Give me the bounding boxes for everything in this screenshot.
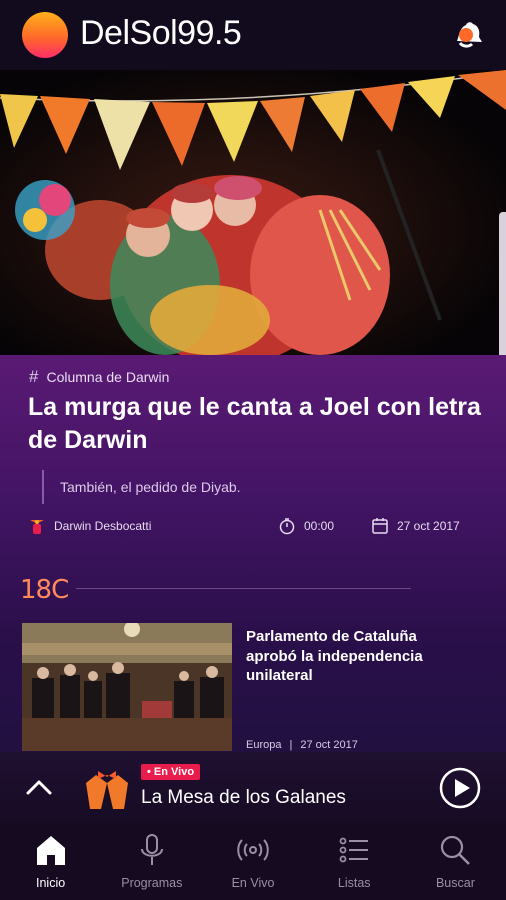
nav-item-inicio[interactable]: Inicio	[0, 824, 101, 900]
broadcast-icon	[237, 839, 269, 861]
nav-label-inicio: Inicio	[36, 876, 66, 890]
article-title[interactable]: La murga que le canta a Joel con letra d…	[28, 391, 488, 457]
calendar-icon	[372, 518, 388, 534]
stopwatch-icon	[279, 518, 295, 535]
bottom-nav: Inicio Programas En Vivo Listas Buscar	[0, 824, 506, 900]
player-bar: • En Vivo La Mesa de los Galanes	[0, 752, 506, 824]
section-label: Columna de Darwin	[46, 369, 170, 385]
logo-sun-icon	[22, 12, 68, 58]
author-info[interactable]: Darwin Desbocatti	[28, 517, 151, 535]
search-icon	[441, 835, 471, 865]
home-icon	[36, 836, 65, 865]
news-meta: Europa | 27 oct 2017	[246, 739, 358, 751]
nav-item-buscar[interactable]: Buscar	[405, 824, 506, 900]
featured-article[interactable]: # Columna de Darwin La murga que le cant…	[0, 355, 506, 755]
app-header: DelSol99.5	[0, 0, 506, 70]
author-avatar-icon	[30, 520, 44, 534]
weather-divider: 18C	[20, 575, 440, 605]
bell-icon[interactable]	[449, 14, 489, 54]
article-meta: Darwin Desbocatti 00:00 27 oct 2017	[28, 517, 488, 539]
microphone-icon	[140, 834, 163, 865]
divider-line	[76, 588, 411, 589]
scroll-handle[interactable]	[499, 212, 506, 377]
date-info: 27 oct 2017	[371, 517, 460, 535]
play-button-icon[interactable]	[439, 767, 481, 809]
nav-label-buscar: Buscar	[435, 876, 475, 890]
news-category[interactable]: Europa	[246, 739, 281, 751]
nav-item-listas[interactable]: Listas	[304, 824, 405, 900]
author-name: Darwin Desbocatti	[54, 519, 152, 533]
news-title[interactable]: Parlamento de Cataluña aprobó la indepen…	[246, 627, 466, 686]
news-thumbnail[interactable]	[22, 623, 232, 751]
nav-item-en-vivo[interactable]: En Vivo	[202, 824, 303, 900]
duration-value: 00:00	[304, 519, 335, 533]
article-date: 27 oct 2017	[397, 519, 460, 533]
article-subtitle: También, el pedido de Diyab.	[42, 470, 241, 504]
article-section[interactable]: # Columna de Darwin	[29, 367, 169, 387]
show-logo-icon[interactable]	[84, 765, 130, 811]
hero-image[interactable]	[0, 70, 506, 355]
app-logo-text: DelSol99.5	[80, 14, 242, 52]
hashtag-icon: #	[29, 367, 39, 386]
nav-label-listas: Listas	[337, 876, 371, 890]
show-title[interactable]: La Mesa de los Galanes	[141, 787, 346, 809]
live-badge: • En Vivo	[141, 764, 201, 780]
news-separator: |	[289, 739, 293, 751]
news-date: 27 oct 2017	[300, 739, 358, 751]
nav-label-en-vivo: En Vivo	[231, 876, 275, 890]
duration-info: 00:00	[278, 517, 334, 535]
nav-label-programas: Programas	[121, 876, 183, 890]
chevron-up-icon[interactable]	[25, 777, 53, 797]
list-icon	[339, 837, 369, 863]
nav-item-programas[interactable]: Programas	[101, 824, 202, 900]
temperature: 18C	[20, 575, 69, 605]
